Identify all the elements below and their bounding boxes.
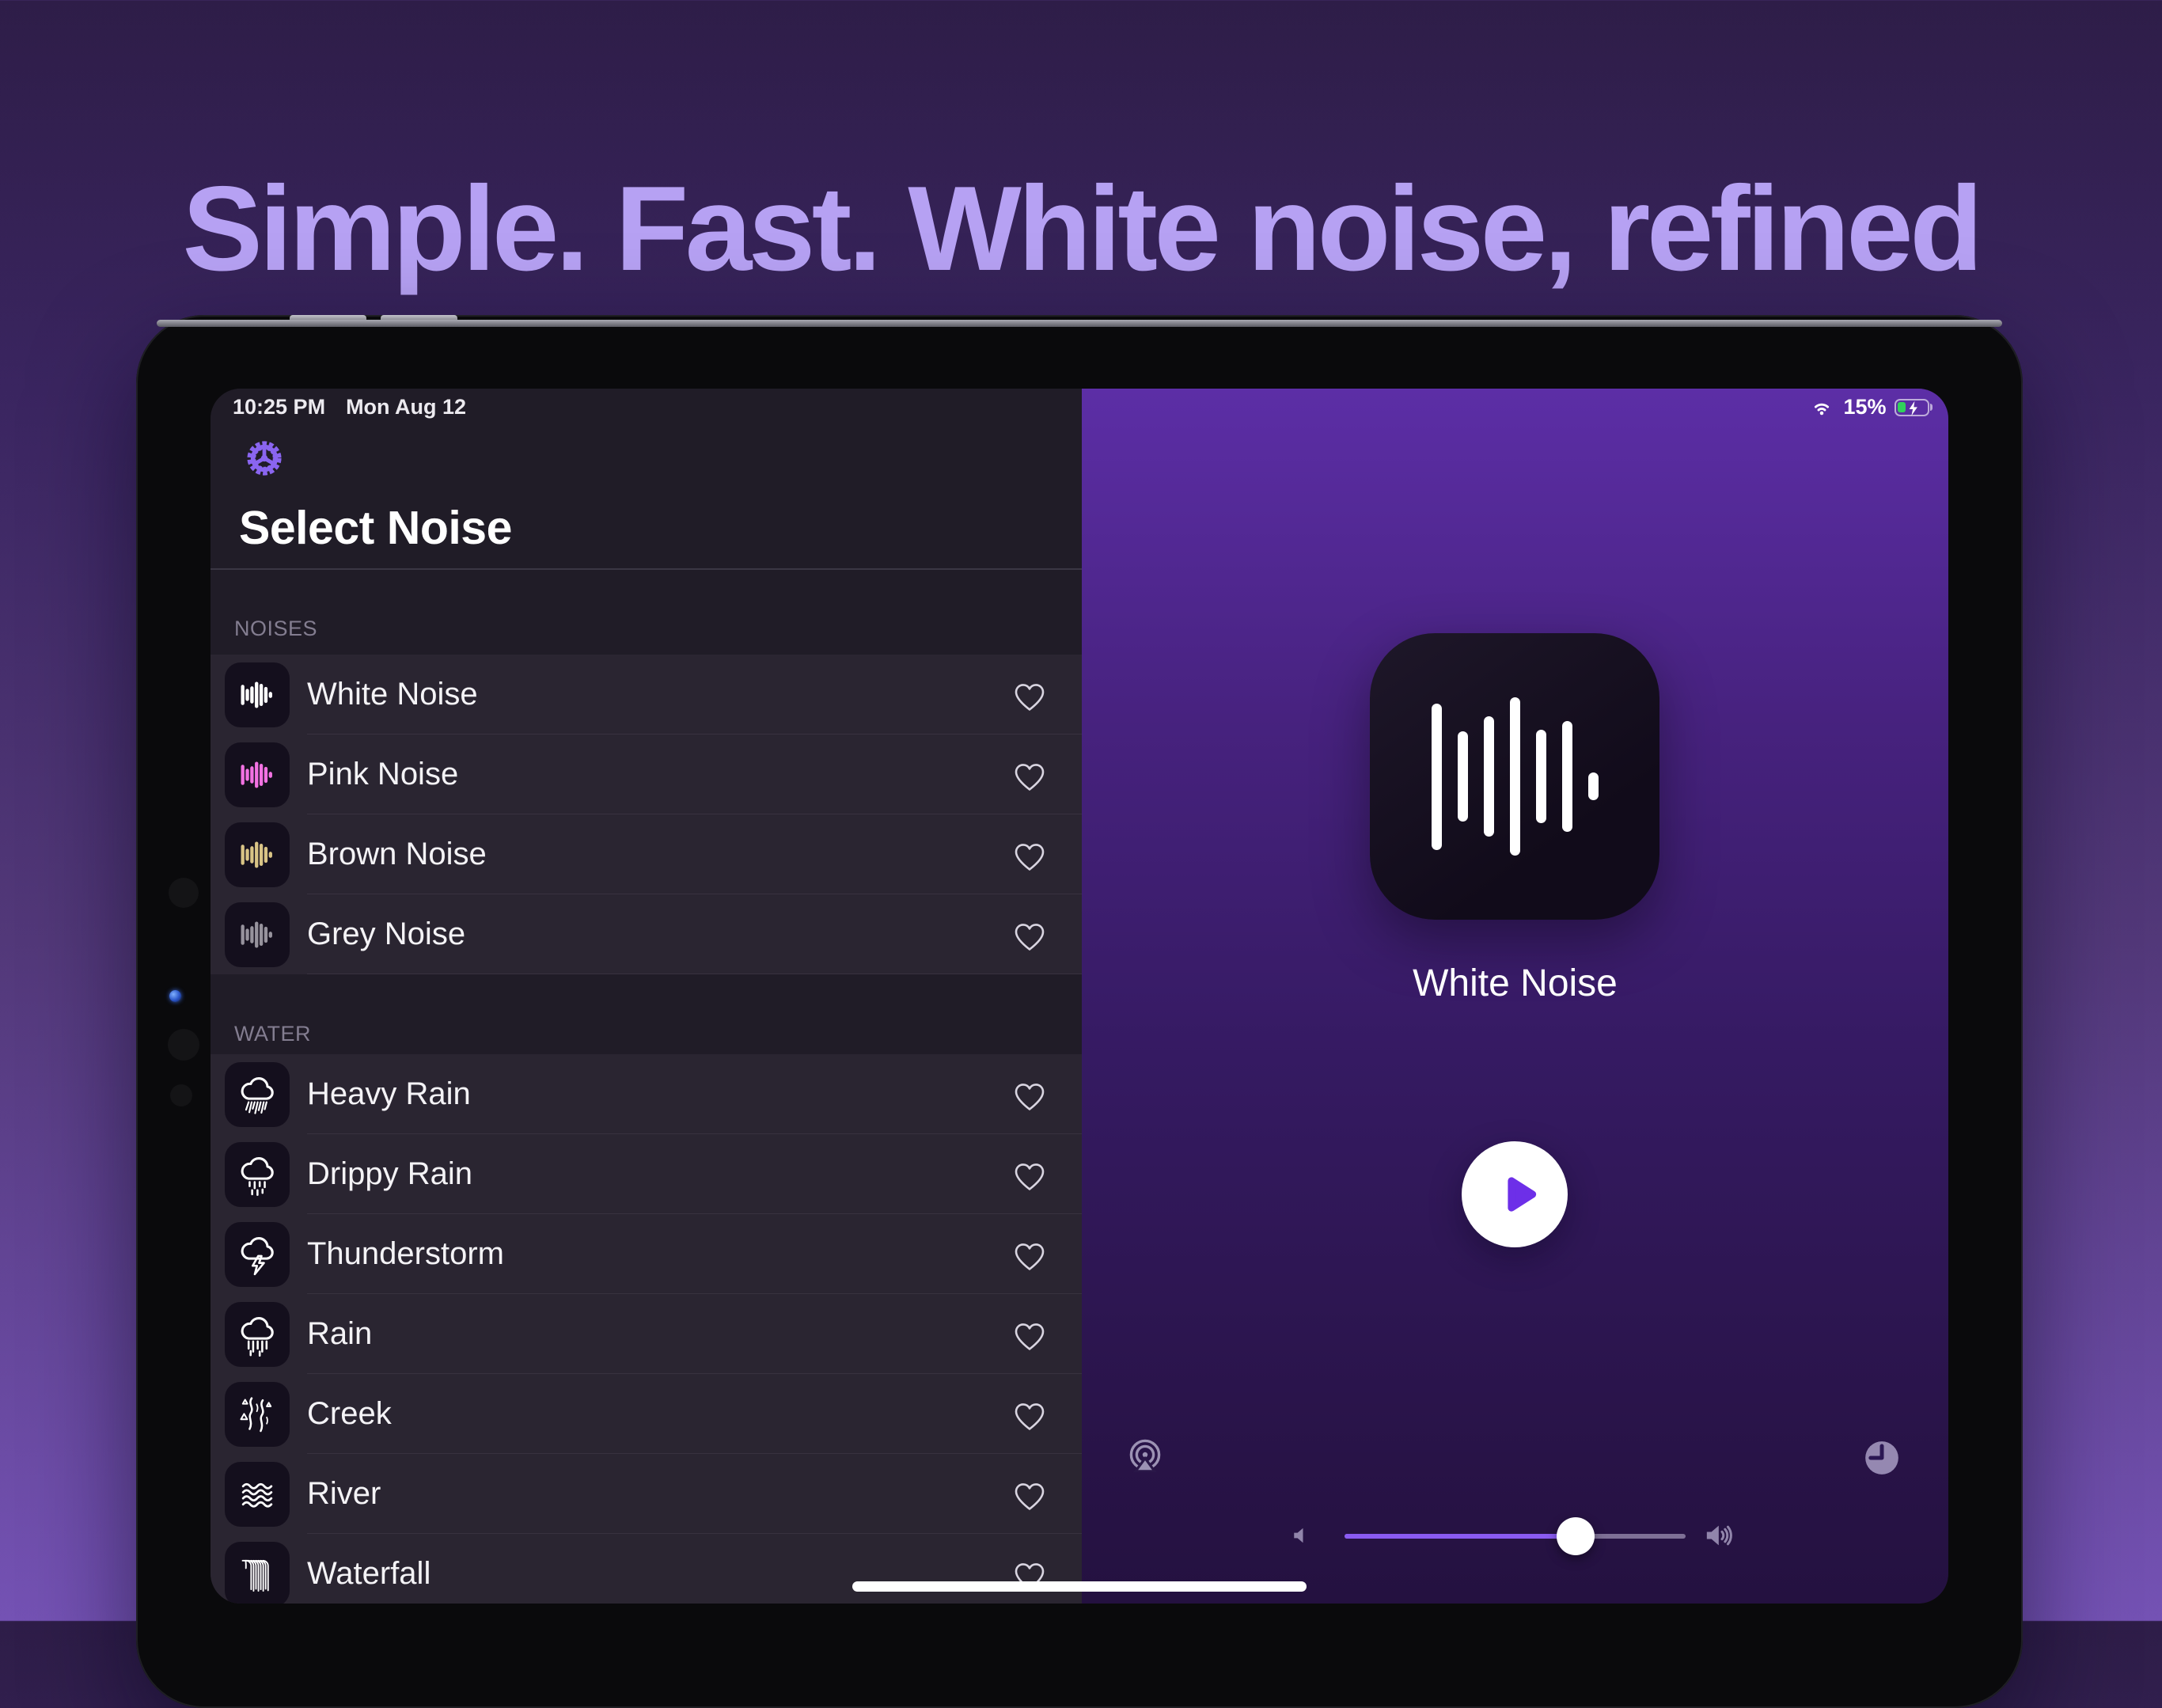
wifi-icon [1815,403,1830,415]
row-rain[interactable]: Rain [211,1294,1082,1374]
waveform-bar [1483,716,1494,837]
row-label: Waterfall [307,1556,431,1591]
creek-icon [225,1381,290,1447]
waveform-bar [1535,730,1546,823]
grey-noise-icon [225,901,290,967]
row-label: Drippy Rain [307,1156,472,1191]
row-brown-noise[interactable]: Brown Noise [211,814,1082,894]
status-time: 10:25 PM [233,395,326,419]
battery-percent: 15% [1843,395,1887,419]
waveform-bar [1457,731,1468,822]
pink-noise-icon [225,742,290,807]
drippy-rain-icon [225,1141,290,1207]
row-white-noise[interactable]: White Noise [211,655,1082,734]
row-creek[interactable]: Creek [211,1374,1082,1454]
battery-indicator [1894,398,1933,416]
home-indicator[interactable] [852,1581,1307,1592]
row-label: Heavy Rain [307,1076,471,1111]
rain-icon [225,1301,290,1367]
waveform-bar [1587,772,1599,800]
heart-icon[interactable] [1009,674,1050,715]
airplay-button[interactable] [1126,1437,1164,1475]
device-edge [157,320,2002,327]
settings-button[interactable] [245,439,283,477]
volume-slider[interactable] [1345,1534,1686,1539]
section-gap: WATER [211,974,1082,1054]
row-drippy-rain[interactable]: Drippy Rain [211,1134,1082,1214]
battery-icon [1894,398,1929,416]
player-panel: 15% White Noise [1082,389,1948,1604]
ipad-screen: 10:25 PM Mon Aug 12 Select Noise NOISES … [211,389,1948,1604]
row-thunderstorm[interactable]: Thunderstorm [211,1214,1082,1294]
divider [211,568,1082,570]
row-label: Brown Noise [307,837,487,871]
current-noise-artwork [1370,633,1659,920]
section-header-water: WATER [234,1022,311,1046]
sensor-dot-small [170,1084,192,1106]
river-icon [225,1461,290,1527]
current-noise-title: White Noise [1413,962,1618,1004]
heart-icon[interactable] [1009,1074,1050,1115]
gear-icon [247,441,282,476]
battery-tip [1929,404,1933,411]
sleep-timer-button[interactable] [1862,1438,1902,1478]
volume-slider-fill [1345,1534,1576,1539]
play-button[interactable] [1462,1141,1568,1247]
heavy-rain-icon [225,1061,290,1127]
row-label: River [307,1476,381,1511]
thunderstorm-icon [225,1221,290,1287]
row-label: Thunderstorm [307,1236,504,1271]
volume-max-icon [1702,1520,1734,1551]
heart-icon[interactable] [1009,1314,1050,1355]
row-label: Pink Noise [307,757,459,791]
row-river[interactable]: River [211,1454,1082,1534]
timer-clock-icon [1865,1441,1898,1475]
row-heavy-rain[interactable]: Heavy Rain [211,1054,1082,1134]
status-date: Mon Aug 12 [346,395,467,419]
row-pink-noise[interactable]: Pink Noise [211,734,1082,814]
charging-bolt-icon [1909,400,1917,416]
waveform-bar [1509,697,1520,856]
row-label: White Noise [307,677,478,712]
waterfall-icon [225,1541,290,1604]
heart-icon[interactable] [1009,1234,1050,1275]
status-bar-right: 15% [1808,395,1933,419]
waveform-bar [1561,721,1572,832]
row-grey-noise[interactable]: Grey Noise [211,894,1082,974]
noise-list: White Noise Pink Noise Brown Noise Grey … [211,655,1082,1604]
brown-noise-icon [225,822,290,887]
waveform-bar [1431,703,1442,850]
white-noise-icon [225,662,290,727]
camera-lens-glint [169,990,181,1002]
heart-icon[interactable] [1009,914,1050,955]
sensor-dot [168,1029,199,1061]
front-camera [169,878,199,908]
volume-slider-knob[interactable] [1557,1517,1595,1555]
section-header-noises: NOISES [234,617,318,640]
headline: Simple. Fast. White noise, refined [182,161,1983,296]
status-bar-left: 10:25 PM Mon Aug 12 [233,395,466,419]
page-title: Select Noise [239,502,512,554]
row-label: Grey Noise [307,917,466,951]
volume-min-icon [1289,1524,1313,1547]
row-waterfall[interactable]: Waterfall [211,1534,1082,1604]
airplay-icon [1129,1439,1161,1473]
heart-icon[interactable] [1009,834,1050,875]
heart-icon[interactable] [1009,1474,1050,1515]
noise-list-panel: 10:25 PM Mon Aug 12 Select Noise NOISES … [211,389,1082,1604]
heart-icon[interactable] [1009,1154,1050,1195]
row-label: Rain [307,1316,373,1351]
ipad-device: 10:25 PM Mon Aug 12 Select Noise NOISES … [136,315,2023,1708]
heart-icon[interactable] [1009,754,1050,795]
row-label: Creek [307,1396,392,1431]
heart-icon[interactable] [1009,1394,1050,1435]
play-icon [1508,1177,1537,1212]
